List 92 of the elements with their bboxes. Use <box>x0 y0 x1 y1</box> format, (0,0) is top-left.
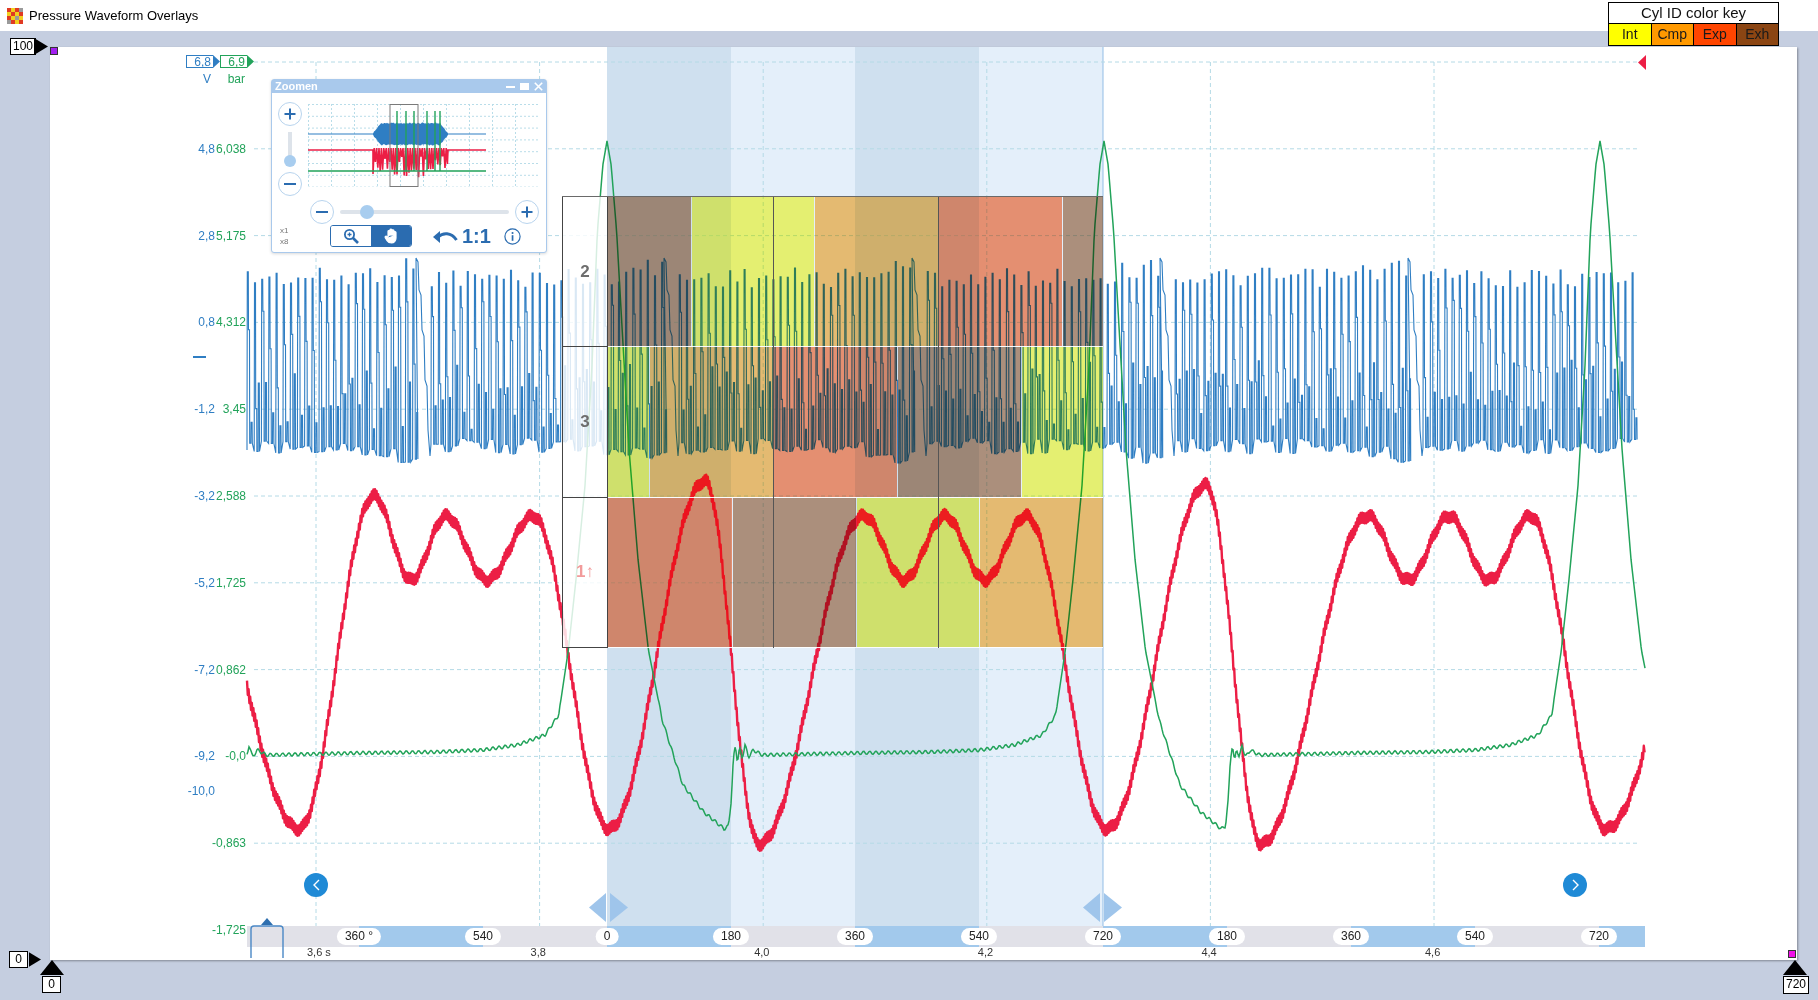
axis-tick-label: 0,862 <box>215 662 246 677</box>
triangle-pointer-icon[interactable] <box>29 951 41 968</box>
zoom-in-button[interactable] <box>278 102 302 126</box>
axis-tick-label: 2,588 <box>215 489 246 503</box>
triangle-marker-icon[interactable] <box>1638 55 1646 70</box>
range-end-handle[interactable] <box>1083 893 1122 922</box>
window-title: Zoomen <box>275 80 319 93</box>
time-tick-label: 4,4 <box>1201 946 1217 959</box>
minus-icon <box>316 211 328 213</box>
legend-item: Exh <box>1735 24 1778 45</box>
undo-icon <box>433 229 458 243</box>
hand-icon <box>383 228 399 244</box>
cylinder-label: 3 <box>580 412 590 432</box>
cylinder-label: 1↑ <box>576 562 594 583</box>
time-tick-label: 4,6 <box>1425 946 1441 959</box>
angle-label: 180 <box>1209 928 1245 945</box>
time-tick-label: 3,8 <box>530 946 546 959</box>
axis-tick-label: 5,175 <box>215 228 246 243</box>
scale-value-label: 0 <box>9 951 28 968</box>
angle-label: 360 ° <box>336 928 382 945</box>
window-title: Pressure Waveform Overlays <box>29 8 199 23</box>
axis-tick-label: -0,863 <box>211 836 246 851</box>
plus-icon <box>521 206 533 218</box>
axis-tick-label: -9,2 <box>194 749 215 764</box>
angle-label: 720 <box>1581 928 1617 945</box>
axis-tick-label: -3,2 <box>194 489 215 503</box>
cylinder-label: 2 <box>580 261 590 282</box>
scale-max-label: 6,9 <box>220 55 247 68</box>
double-arrow-icon <box>589 893 628 922</box>
square-marker-icon[interactable] <box>1788 950 1796 958</box>
angle-label: 360 <box>837 928 873 945</box>
legend-item: Int <box>1609 24 1651 45</box>
unit-label: V <box>202 72 212 86</box>
angle-label: 540 <box>1457 928 1493 945</box>
angle-label: 540 <box>465 928 501 945</box>
chevron-right-icon <box>1571 879 1579 891</box>
close-icon <box>533 82 543 91</box>
triangle-pointer-icon[interactable] <box>1783 960 1807 975</box>
angle-label: 0 <box>595 928 619 945</box>
minimize-icon <box>505 85 515 88</box>
level-marker-icon <box>193 356 206 358</box>
magnification-label: x8 <box>280 236 290 247</box>
axis-tick-label: 4,312 <box>215 315 246 330</box>
scale-value-label: 0 <box>42 976 61 993</box>
zoom-out-button[interactable] <box>278 172 302 196</box>
pan-tool-button[interactable] <box>371 226 411 246</box>
chevron-left-icon <box>312 879 320 891</box>
axis-tick-label: -1,725 <box>211 923 246 937</box>
unit-label: bar <box>226 72 246 86</box>
angle-label: 180 <box>713 928 749 945</box>
angle-label: 360 <box>1333 928 1369 945</box>
angle-label: 720 <box>1085 928 1121 945</box>
info-button[interactable] <box>503 227 521 245</box>
bracket-handle-icon[interactable] <box>250 918 284 958</box>
axis-tick-label: -1,2 <box>194 402 215 417</box>
scale-value-label: 100 <box>10 38 37 55</box>
zoom-out-button[interactable] <box>310 200 334 224</box>
minus-icon <box>284 183 296 185</box>
legend-item: Exp <box>1693 24 1736 45</box>
slider-thumb[interactable] <box>284 154 296 167</box>
time-tick-label: 3,6 s <box>307 946 331 959</box>
axis-tick-label: 3,45 <box>222 402 246 417</box>
maximize-icon <box>519 83 529 90</box>
axis-tick-label: 2,8 <box>198 228 215 243</box>
app-icon <box>7 7 23 24</box>
axis-tick-label: 1,725 <box>215 575 246 590</box>
slider-thumb[interactable] <box>360 205 375 219</box>
axis-tick-label: 6,038 <box>215 141 246 156</box>
scroll-right-button[interactable] <box>1563 873 1587 897</box>
time-tick-label: 4,0 <box>754 946 770 959</box>
axis-tick-label: -5,2 <box>194 575 215 590</box>
time-tick-label: 4,2 <box>977 946 994 959</box>
scale-max-label: 6,8 <box>186 55 213 68</box>
triangle-pointer-icon[interactable] <box>40 960 64 975</box>
axis-tick-label: 4,8 <box>198 141 215 156</box>
axis-tick-label: -7,2 <box>194 662 215 677</box>
axis-tick-label: -0,0 <box>225 749 246 764</box>
magnification-label: x1 <box>280 225 290 236</box>
scale-value-label: 720 <box>1783 976 1810 994</box>
triangle-pointer-icon[interactable] <box>34 38 48 55</box>
axis-tick-label: -10,0 <box>187 784 215 799</box>
info-icon <box>503 227 521 245</box>
square-marker-icon[interactable] <box>50 47 58 55</box>
legend-item: Cmp <box>1650 24 1693 45</box>
reset-zoom-button[interactable]: 1:1 <box>433 225 491 247</box>
range-start-handle[interactable] <box>589 893 628 922</box>
angle-label: 540 <box>961 928 997 945</box>
axis-tick-label: 0,8 <box>198 315 215 330</box>
zoom-in-button[interactable] <box>515 200 539 224</box>
scroll-left-button[interactable] <box>304 873 328 897</box>
magnifier-icon <box>343 228 359 244</box>
plus-icon <box>284 108 296 120</box>
